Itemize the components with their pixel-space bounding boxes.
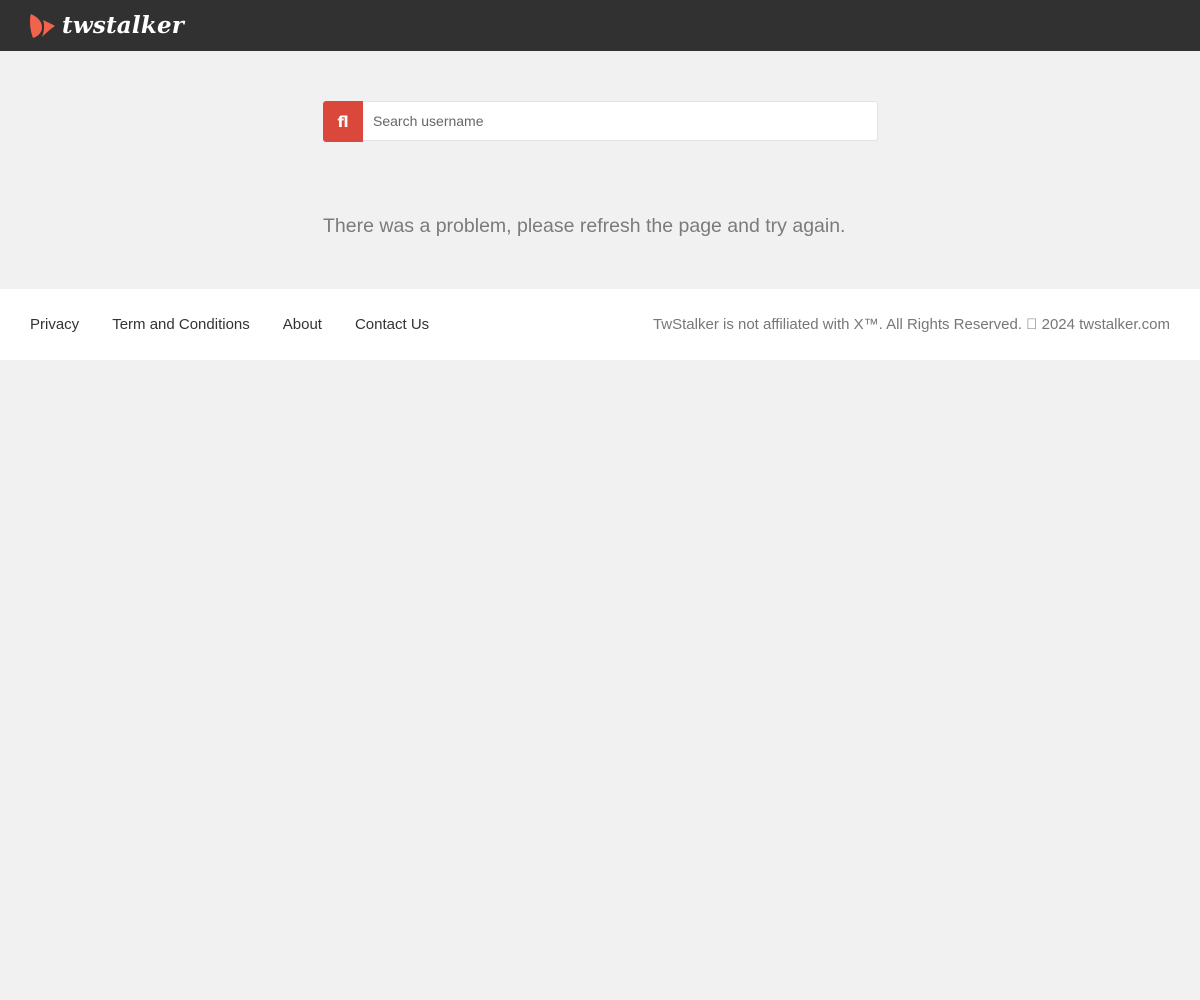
twstalker-logo-icon: [30, 13, 55, 38]
footer-link-about[interactable]: About: [283, 316, 322, 333]
footer: Privacy Term and Conditions About Contac…: [0, 289, 1200, 360]
search-button[interactable]: fl: [323, 101, 363, 142]
search-icon: fl: [337, 112, 349, 131]
footer-link-contact[interactable]: Contact Us: [355, 316, 429, 333]
footer-link-terms[interactable]: Term and Conditions: [112, 316, 250, 333]
brand-logo-link[interactable]: twstalker: [30, 13, 184, 39]
search-username-input[interactable]: [363, 101, 878, 141]
brand-name: twstalker: [62, 12, 185, 39]
footer-links: Privacy Term and Conditions About Contac…: [30, 316, 429, 333]
footer-copyright: TwStalker is not affiliated with X™. All…: [653, 316, 1170, 333]
top-navbar: twstalker: [0, 0, 1200, 51]
footer-link-privacy[interactable]: Privacy: [30, 316, 79, 333]
error-message: There was a problem, please refresh the …: [323, 215, 846, 237]
search-form: fl: [323, 101, 878, 142]
